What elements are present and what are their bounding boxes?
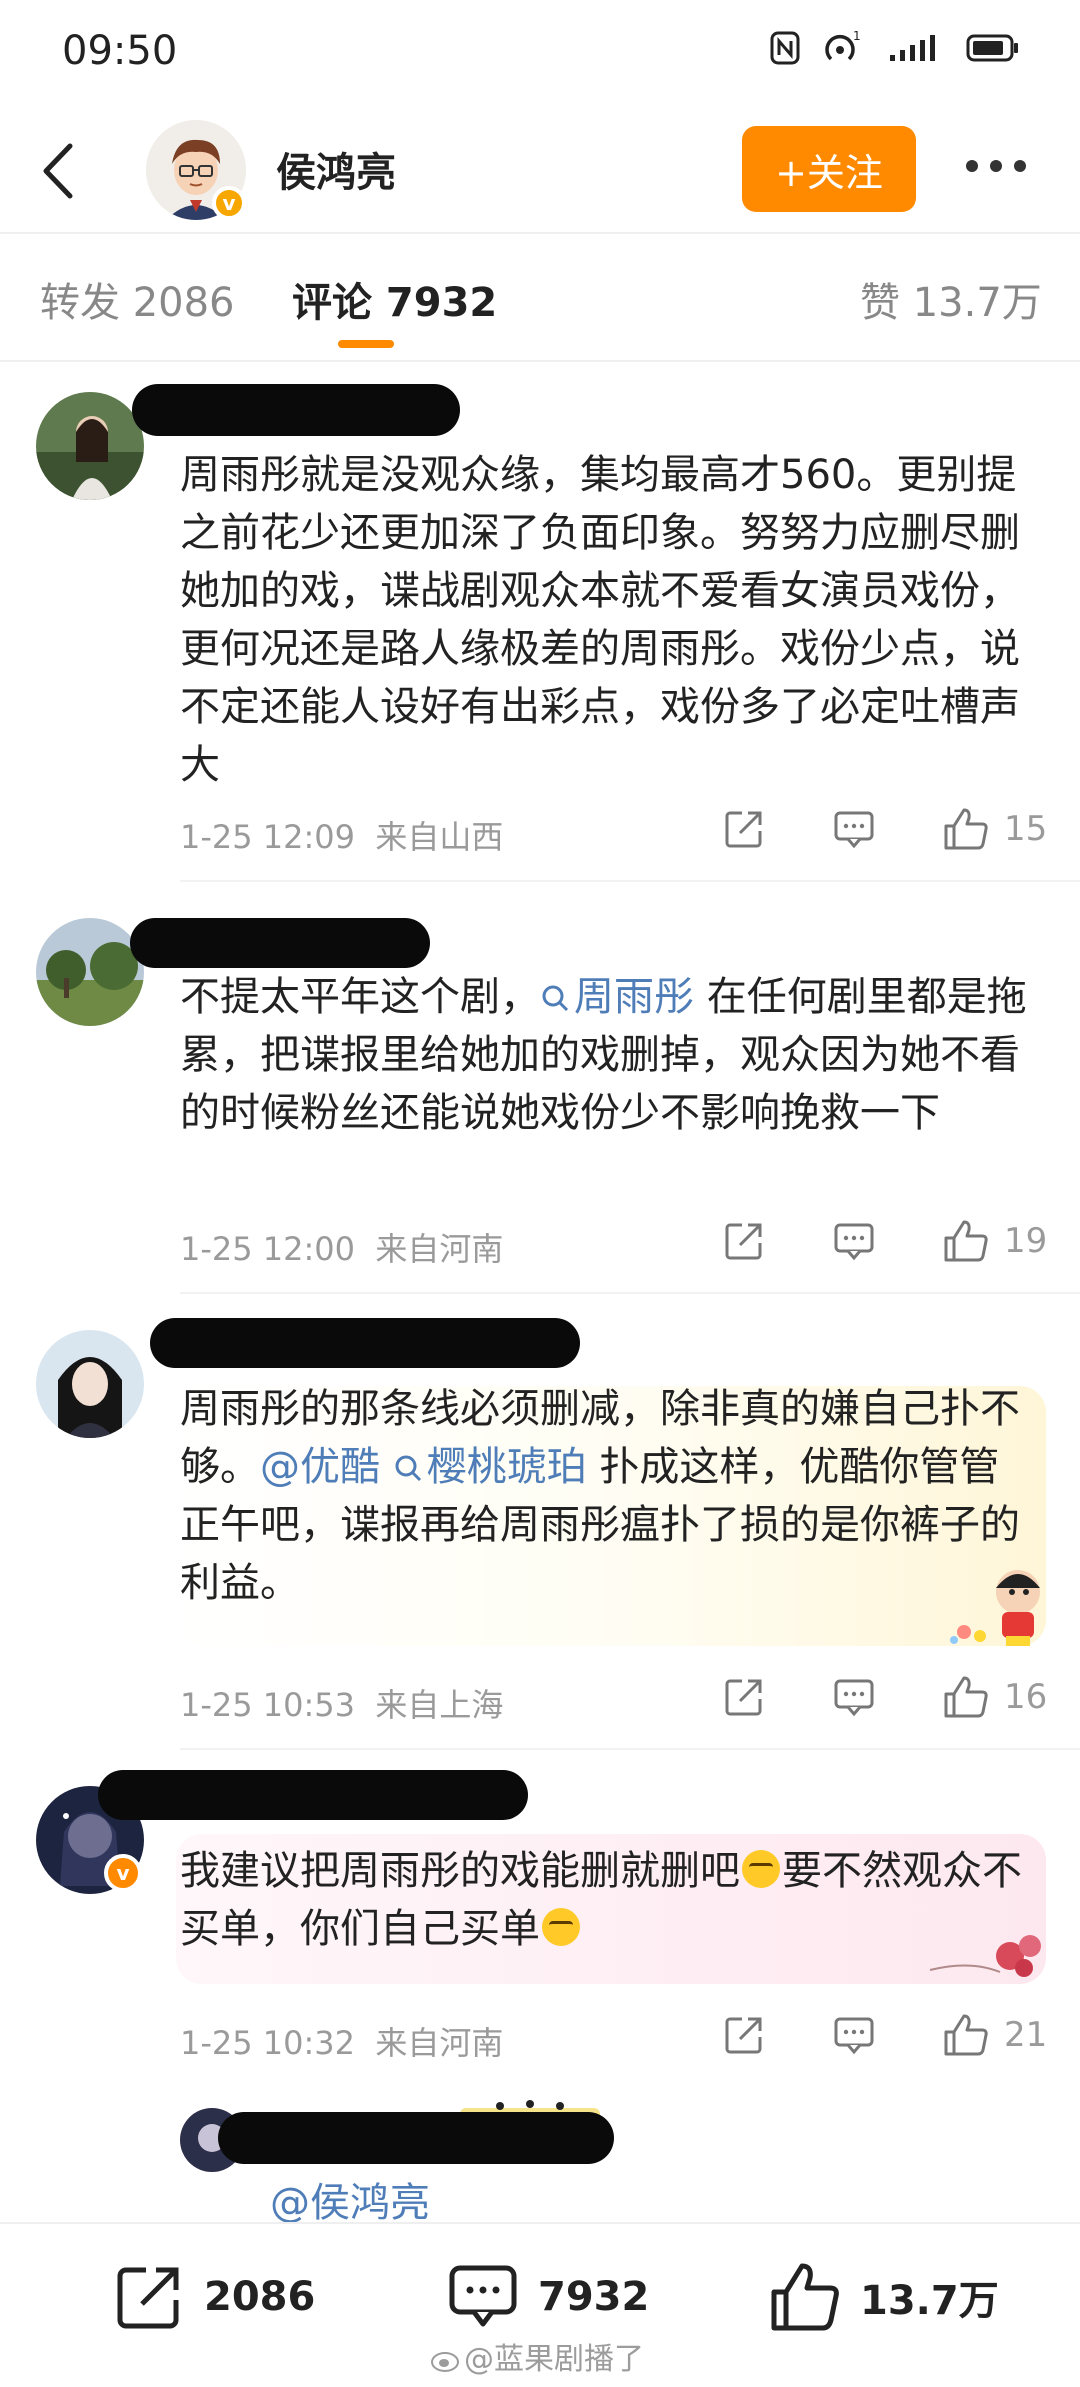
comment-location: 来自山西 bbox=[375, 818, 504, 856]
topic-link[interactable]: 樱桃琥珀 bbox=[393, 1444, 587, 1490]
watermark-text: @蓝果剧播了 bbox=[464, 2342, 644, 2377]
divider bbox=[0, 232, 1080, 234]
redacted-username bbox=[98, 1770, 528, 1820]
share-icon[interactable] bbox=[722, 1219, 766, 1263]
like-icon bbox=[771, 2263, 839, 2331]
more-options-icon[interactable] bbox=[966, 160, 1026, 172]
divider bbox=[180, 880, 1080, 882]
like-count: 15 bbox=[1004, 809, 1048, 849]
comment-actions: 16 bbox=[722, 1674, 1047, 1720]
redacted-username bbox=[130, 918, 430, 968]
hotspot-icon: 1 bbox=[825, 30, 861, 61]
signal-icon bbox=[890, 35, 935, 61]
reply-icon[interactable] bbox=[832, 807, 876, 851]
comment-meta: 1-25 10:53 来自上海 bbox=[180, 1680, 503, 1726]
comment-meta: 1-25 10:32 来自河南 bbox=[180, 2018, 503, 2064]
comment-meta: 1-25 12:00 来自河南 bbox=[180, 1224, 503, 1270]
comment-text-part: 不提太平年这个剧， bbox=[180, 974, 540, 1020]
status-time: 09:50 bbox=[62, 28, 178, 74]
battery-icon bbox=[966, 34, 1018, 62]
back-button[interactable] bbox=[34, 138, 94, 204]
commenter-avatar[interactable] bbox=[36, 392, 144, 500]
nerd-emoji-icon bbox=[742, 1850, 780, 1888]
like-count: 21 bbox=[1004, 2015, 1048, 2055]
active-tab-indicator bbox=[338, 340, 394, 348]
mention-link[interactable]: @优酷 bbox=[260, 1444, 380, 1490]
comment-text-part: 我建议把周雨彤的戏能删就删吧 bbox=[180, 1848, 740, 1894]
comment-time: 1-25 10:53 bbox=[180, 1686, 356, 1724]
comment-text: 周雨彤的那条线必须删减，除非真的嫌自己扑不够。@优酷 樱桃琥珀 扑成这样，优酷你… bbox=[180, 1380, 1020, 1612]
commenter-avatar[interactable] bbox=[36, 918, 144, 1026]
nerd-emoji-icon bbox=[542, 1908, 580, 1946]
divider bbox=[0, 360, 1080, 362]
topic-link-label: 周雨彤 bbox=[574, 974, 694, 1020]
tab-reposts[interactable]: 转发 2086 bbox=[40, 270, 235, 328]
like-icon[interactable] bbox=[942, 2012, 990, 2058]
repost-count: 2086 bbox=[204, 2274, 316, 2320]
comment-text: 我建议把周雨彤的戏能删就删吧 要不然观众不买单，你们自己买单 bbox=[180, 1842, 1030, 1958]
comment-actions: 19 bbox=[722, 1218, 1047, 1264]
comment-action[interactable]: 7932 bbox=[446, 2260, 649, 2334]
search-icon bbox=[542, 985, 569, 1012]
nfc-icon bbox=[770, 31, 800, 65]
repost-action[interactable]: 2086 bbox=[112, 2260, 315, 2334]
mention-link[interactable]: @侯鸿亮 bbox=[270, 2170, 430, 2228]
tab-likes[interactable]: 赞 13.7万 bbox=[860, 270, 1042, 328]
redacted-username bbox=[218, 2112, 614, 2164]
redacted-username bbox=[132, 384, 460, 436]
svg-text:1: 1 bbox=[853, 30, 861, 43]
tab-comments[interactable]: 评论 7932 bbox=[292, 270, 497, 328]
verified-badge-icon: v bbox=[212, 186, 246, 220]
comment-meta: 1-25 12:09 来自山西 bbox=[180, 812, 503, 858]
share-icon bbox=[117, 2267, 179, 2329]
reply-icon[interactable] bbox=[832, 2013, 876, 2057]
topic-link[interactable]: 周雨彤 bbox=[540, 974, 694, 1020]
follow-button[interactable]: +关注 bbox=[742, 126, 916, 212]
comment-location: 来自上海 bbox=[375, 1686, 504, 1724]
comment-location: 来自河南 bbox=[375, 1230, 504, 1268]
status-icons: 1 bbox=[770, 30, 1020, 66]
like-count: 19 bbox=[1004, 1221, 1048, 1261]
share-icon[interactable] bbox=[722, 1675, 766, 1719]
like-icon[interactable] bbox=[942, 806, 990, 852]
share-icon[interactable] bbox=[722, 2013, 766, 2057]
like-count-total: 13.7万 bbox=[860, 2278, 999, 2324]
verified-badge-icon: v bbox=[104, 1854, 142, 1892]
topic-link-label: 樱桃琥珀 bbox=[426, 1444, 587, 1490]
divider bbox=[0, 2222, 1080, 2224]
like-icon[interactable] bbox=[942, 1674, 990, 1720]
comment-time: 1-25 10:32 bbox=[180, 2024, 356, 2062]
like-action[interactable]: 13.7万 bbox=[768, 2260, 999, 2334]
comment-time: 1-25 12:09 bbox=[180, 818, 356, 856]
comment-text: 周雨彤就是没观众缘，集均最高才560。更别提之前花少还更加深了负面印象。努努力应… bbox=[180, 452, 1020, 788]
user-name[interactable]: 侯鸿亮 bbox=[276, 140, 396, 198]
like-icon[interactable] bbox=[942, 1218, 990, 1264]
like-count: 16 bbox=[1004, 1677, 1048, 1717]
comment-text: 不提太平年这个剧， 周雨彤 在任何剧里都是拖累，把谍报里给她加的戏删掉，观众因为她… bbox=[180, 968, 1040, 1142]
weibo-logo-icon bbox=[431, 2352, 459, 2372]
watermark: @蓝果剧播了 bbox=[430, 2334, 644, 2378]
comment-icon bbox=[449, 2265, 517, 2327]
comment-actions: 15 bbox=[722, 806, 1047, 852]
divider bbox=[180, 1292, 1080, 1294]
reply-icon[interactable] bbox=[832, 1219, 876, 1263]
share-icon[interactable] bbox=[722, 807, 766, 851]
redacted-username bbox=[150, 1318, 580, 1368]
comment-actions: 21 bbox=[722, 2012, 1047, 2058]
chevron-left-icon bbox=[43, 143, 73, 199]
reply-icon[interactable] bbox=[832, 1675, 876, 1719]
commenter-avatar[interactable] bbox=[36, 1330, 144, 1438]
comment-time: 1-25 12:00 bbox=[180, 1230, 356, 1268]
search-icon bbox=[395, 1455, 421, 1482]
divider bbox=[180, 1748, 1080, 1750]
comment-location: 来自河南 bbox=[375, 2024, 504, 2062]
comment-count: 7932 bbox=[538, 2274, 650, 2320]
